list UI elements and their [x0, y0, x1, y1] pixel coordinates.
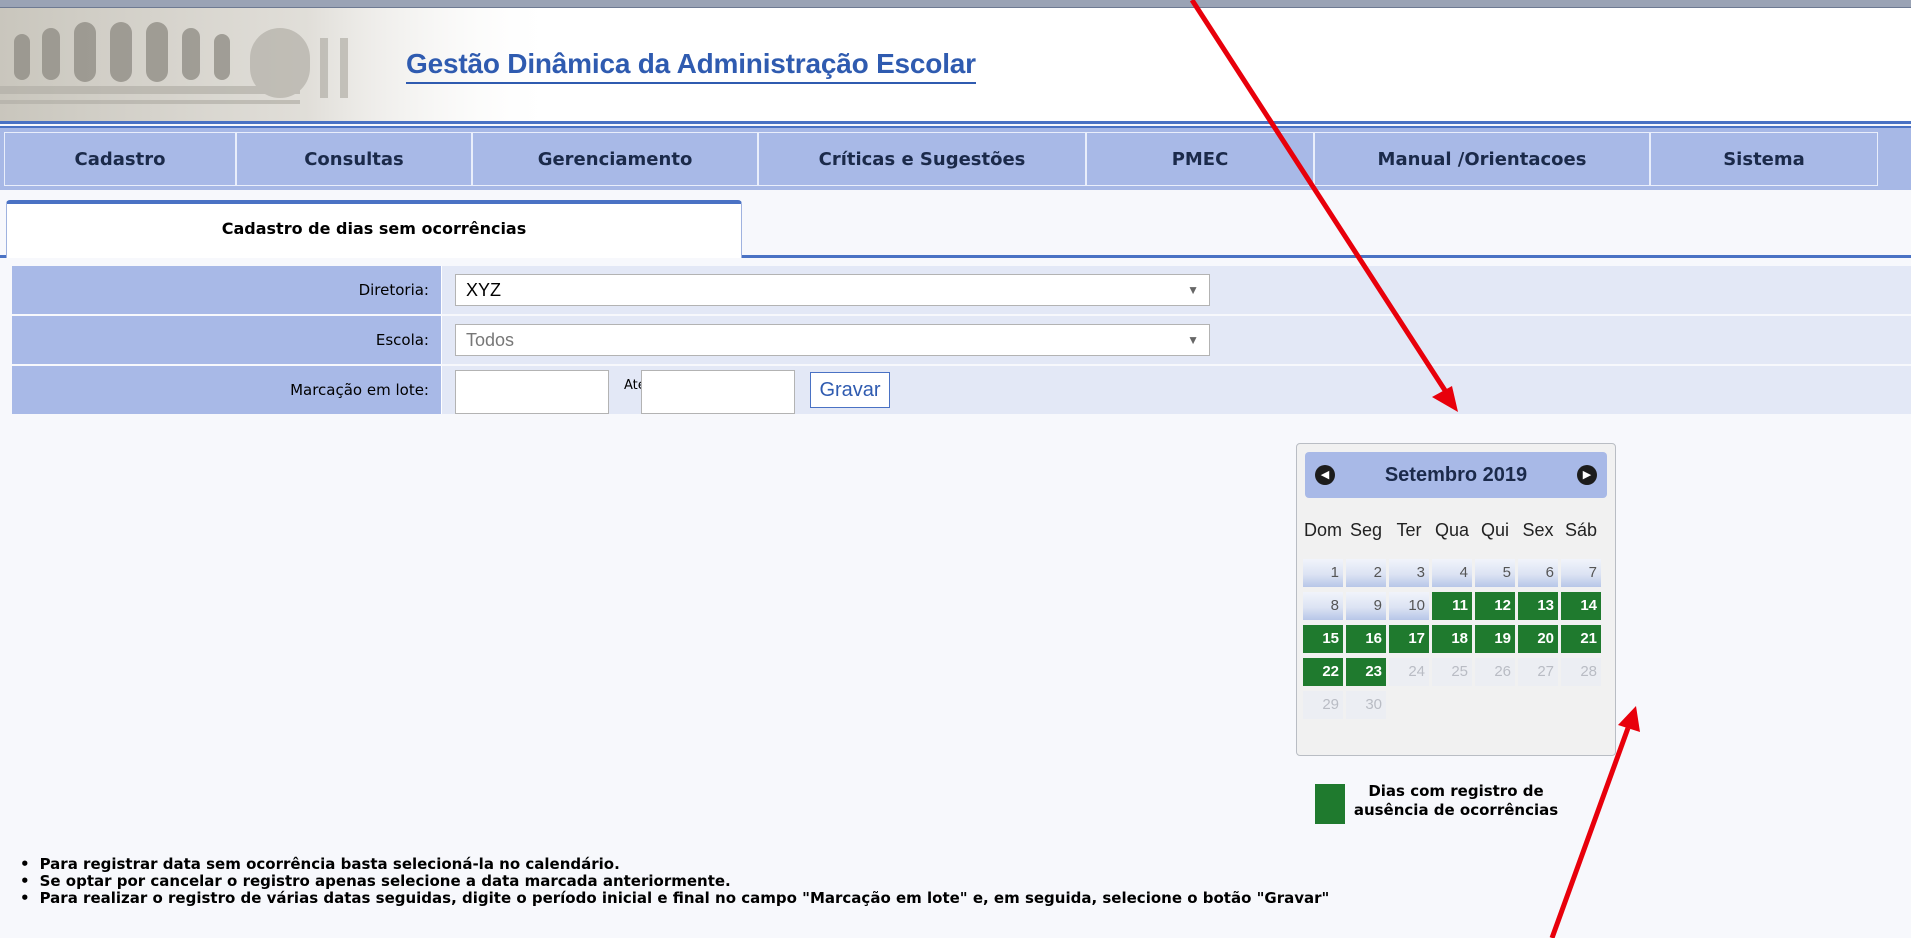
instructions-list: Para registrar data sem ocorrência basta… [20, 856, 1330, 907]
calendar-day[interactable]: 20 [1518, 625, 1558, 653]
calendar-day[interactable]: 10 [1389, 592, 1429, 620]
diretoria-select-value: XYZ [466, 280, 502, 300]
app-header: Gestão Dinâmica da Administração Escolar [0, 8, 1911, 124]
window-top-border [0, 0, 1911, 8]
form-row-diretoria: Diretoria: XYZ ▼ [12, 266, 1911, 314]
calendar-day: 30 [1346, 691, 1386, 719]
calendar-day[interactable]: 23 [1346, 658, 1386, 686]
lote-to-input[interactable] [641, 370, 795, 414]
calendar-month-label: Setembro 2019 [1384, 464, 1528, 486]
calendar-day[interactable]: 6 [1518, 559, 1558, 587]
escola-select[interactable]: Todos ▼ [455, 324, 1210, 356]
nav-item-cadastro[interactable]: Cadastro [4, 132, 236, 186]
annotation-arrow-bottom [1549, 727, 1631, 938]
legend-text: Dias com registro de ausência de ocorrên… [1353, 782, 1559, 819]
instruction-item: Para registrar data sem ocorrência basta… [20, 856, 1329, 873]
weekday-label: Qua [1434, 520, 1470, 540]
weekday-label: Ter [1396, 520, 1422, 540]
calendar-day[interactable]: 15 [1303, 625, 1343, 653]
calendar-day[interactable]: 9 [1346, 592, 1386, 620]
calendar-day[interactable]: 14 [1561, 592, 1601, 620]
calendar-day[interactable]: 16 [1346, 625, 1386, 653]
nav-item-sistema[interactable]: Sistema [1650, 132, 1878, 186]
calendar-day[interactable]: 21 [1561, 625, 1601, 653]
form-row-lote: Marcação em lote: Até Gravar [12, 366, 1911, 414]
escola-label: Escola: [12, 316, 442, 364]
instruction-item: Se optar por cancelar o registro apenas … [20, 873, 1329, 890]
nav-item-gerenciamento[interactable]: Gerenciamento [472, 132, 758, 186]
diretoria-label: Diretoria: [12, 266, 442, 314]
calendar-day[interactable]: 4 [1432, 559, 1472, 587]
diretoria-select[interactable]: XYZ ▼ [455, 274, 1210, 306]
calendar-widget: Setembro 2019 ◀ ▶ Dom Seg Ter Qua Qui Se… [1296, 443, 1616, 756]
calendar-day: 24 [1389, 658, 1429, 686]
weekday-label: Dom [1303, 520, 1342, 540]
calendar-day[interactable]: 8 [1303, 592, 1343, 620]
calendar-day[interactable]: 2 [1346, 559, 1386, 587]
weekday-label: Sáb [1564, 520, 1598, 540]
calendar-day: 28 [1561, 658, 1601, 686]
nav-item-criticas-sugestoes[interactable]: Críticas e Sugestões [758, 132, 1086, 186]
calendar-day: 25 [1432, 658, 1472, 686]
calendar-day[interactable]: 22 [1303, 658, 1343, 686]
calendar-day[interactable]: 3 [1389, 559, 1429, 587]
tab-cadastro-dias-sem-ocorrencias[interactable]: Cadastro de dias sem ocorrências [6, 200, 742, 258]
calendar-day[interactable]: 19 [1475, 625, 1515, 653]
lote-label: Marcação em lote: [12, 366, 442, 414]
lote-from-input[interactable] [455, 370, 609, 414]
tab-strip: Cadastro de dias sem ocorrências [0, 200, 1911, 258]
calendar-day[interactable]: 1 [1303, 559, 1343, 587]
gravar-button[interactable]: Gravar [810, 372, 890, 408]
main-nav: Cadastro Consultas Gerenciamento Crítica… [0, 126, 1911, 190]
calendar-day: 29 [1303, 691, 1343, 719]
form-row-escola: Escola: Todos ▼ [12, 316, 1911, 364]
annotation-arrowhead-bottom [1618, 706, 1640, 732]
chevron-right-icon[interactable]: ▶ [1577, 465, 1597, 485]
escola-select-value: Todos [466, 330, 515, 350]
calendar-day: 27 [1518, 658, 1558, 686]
calendar-day[interactable]: 13 [1518, 592, 1558, 620]
chevron-left-icon[interactable]: ◀ [1315, 465, 1335, 485]
calendar-day[interactable]: 12 [1475, 592, 1515, 620]
dropdown-arrow-icon: ▼ [1187, 333, 1199, 347]
instruction-item: Para realizar o registro de várias datas… [20, 890, 1330, 907]
weekday-label: Sex [1522, 520, 1554, 540]
calendar-day[interactable]: 18 [1432, 625, 1472, 653]
dropdown-arrow-icon: ▼ [1187, 283, 1199, 297]
nav-item-consultas[interactable]: Consultas [236, 132, 472, 186]
calendar-header: Setembro 2019 ◀ ▶ [1305, 452, 1607, 498]
calendar-day[interactable]: 17 [1389, 625, 1429, 653]
weekday-label: Qui [1480, 520, 1509, 540]
nav-item-pmec[interactable]: PMEC [1086, 132, 1314, 186]
calendar-day[interactable]: 5 [1475, 559, 1515, 587]
calendar-day[interactable]: 11 [1432, 592, 1472, 620]
app-title: Gestão Dinâmica da Administração Escolar [406, 48, 976, 84]
calendar-day[interactable]: 7 [1561, 559, 1601, 587]
weekday-label: Seg [1349, 520, 1383, 540]
nav-item-manual-orientacoes[interactable]: Manual /Orientacoes [1314, 132, 1650, 186]
calendar-day: 26 [1475, 658, 1515, 686]
